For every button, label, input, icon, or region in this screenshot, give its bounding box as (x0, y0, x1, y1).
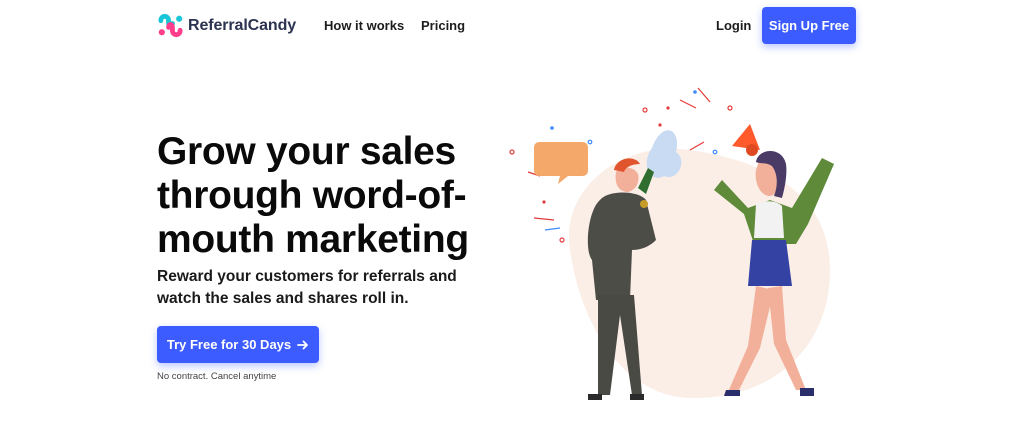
arrow-right-icon (297, 340, 309, 349)
nav-link-pricing[interactable]: Pricing (421, 18, 465, 33)
nav-link-how-it-works[interactable]: How it works (324, 18, 404, 33)
try-free-button[interactable]: Try Free for 30 Days (157, 326, 319, 363)
login-link[interactable]: Login (716, 18, 751, 33)
hero-subtitle: Reward your customers for referrals and … (157, 268, 457, 307)
candy-logo-icon (158, 13, 183, 38)
hero-title: Grow your sales through word-of-mouth ma… (157, 130, 469, 261)
try-free-label: Try Free for 30 Days (166, 337, 292, 352)
speech-bubble (534, 142, 588, 184)
top-navbar: ReferralCandy How it works Pricing Login… (0, 0, 1024, 52)
referral-celebration-illustration (509, 87, 834, 400)
brand-name: ReferralCandy (188, 16, 297, 34)
brand-logo[interactable]: ReferralCandy (157, 12, 296, 39)
no-contract-note: No contract. Cancel anytime (157, 371, 277, 382)
sign-up-free-button[interactable]: Sign Up Free (762, 7, 856, 44)
